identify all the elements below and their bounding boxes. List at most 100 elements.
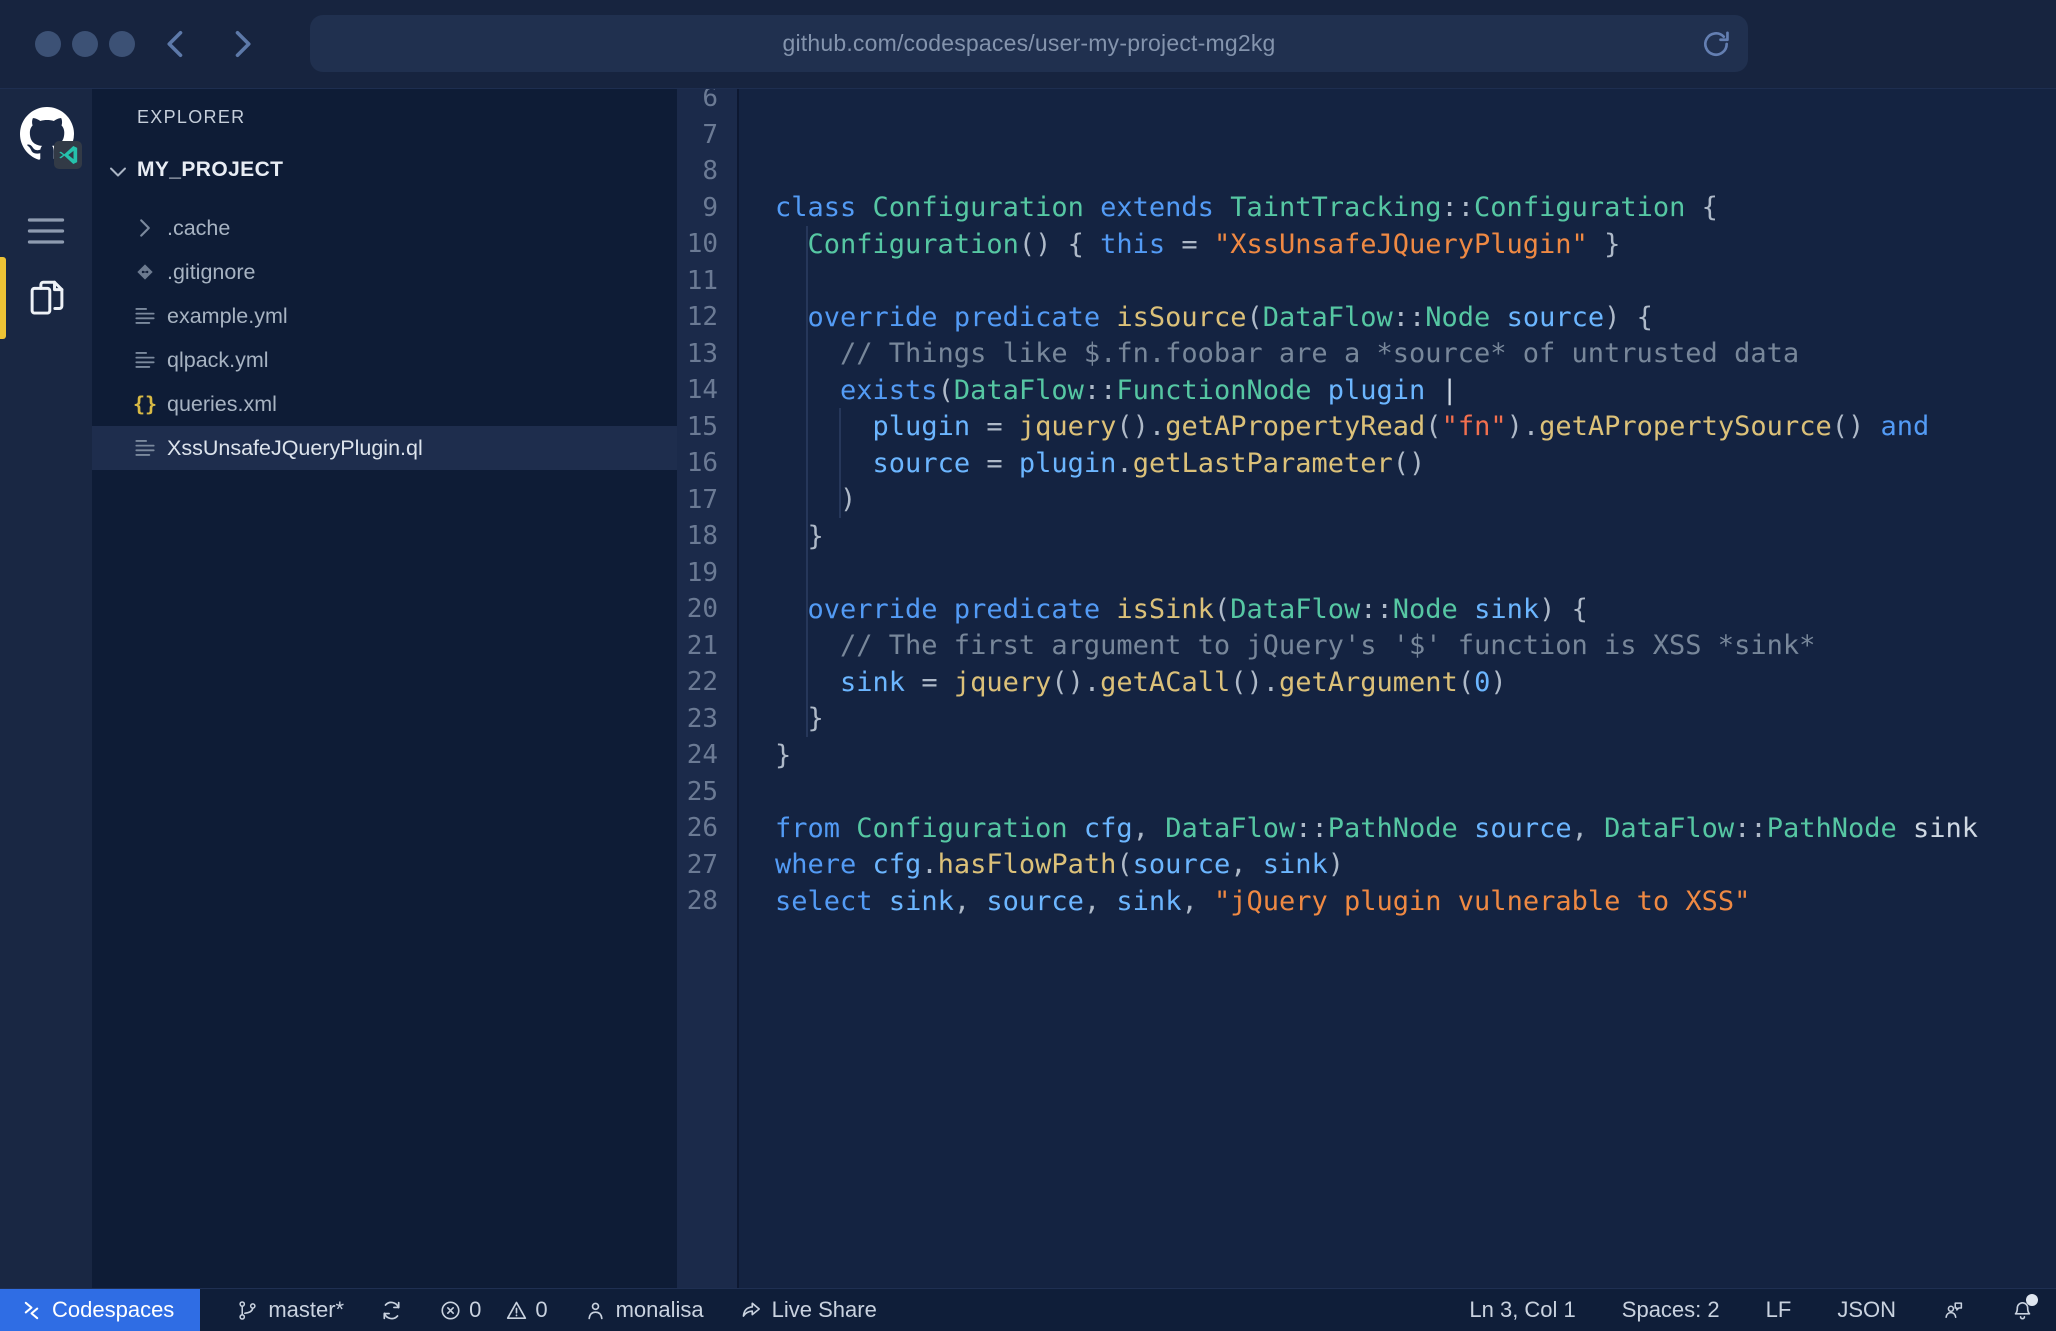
status-item-codespaces[interactable]: Codespaces (0, 1289, 200, 1331)
window-control-dot[interactable] (72, 31, 98, 57)
window-control-dot[interactable] (109, 31, 135, 57)
code-line[interactable]: 16 source = plugin.getLastParameter() (677, 445, 2056, 482)
status-item-git-branch[interactable]: master* (236, 1289, 344, 1331)
refresh-icon[interactable] (1700, 28, 1732, 60)
tree-item-qlpack.yml[interactable]: qlpack.yml (92, 338, 677, 382)
code-text: // The first argument to jQuery's '$' fu… (737, 630, 1815, 661)
menu-icon[interactable] (24, 209, 68, 241)
chevron-right-icon (132, 215, 158, 241)
status-item-sync[interactable] (380, 1289, 403, 1331)
code-text: } (737, 521, 824, 552)
line-number[interactable]: 16 (677, 448, 737, 478)
code-line[interactable]: 10 Configuration() { this = "XssUnsafeJQ… (677, 226, 2056, 263)
code-line[interactable]: 17 ) (677, 482, 2056, 519)
code-line[interactable]: 18 } (677, 518, 2056, 555)
code-text: class Configuration extends TaintTrackin… (737, 192, 1718, 223)
back-icon[interactable] (158, 26, 194, 62)
code-editor[interactable]: 6 7 8 9class Configuration extends TaintTra… (677, 89, 2056, 1289)
line-number[interactable]: 22 (677, 667, 737, 697)
status-item-cursor-position[interactable]: Ln 3, Col 1 (1469, 1289, 1575, 1331)
code-line[interactable]: 15 plugin = jquery().getAPropertyRead("f… (677, 409, 2056, 446)
line-number[interactable]: 17 (677, 485, 737, 515)
line-number[interactable]: 11 (677, 266, 737, 296)
tree-item-.cache[interactable]: .cache (92, 206, 677, 250)
status-item-user[interactable]: monalisa (584, 1289, 704, 1331)
line-number[interactable]: 18 (677, 521, 737, 551)
line-number[interactable]: 6 (677, 89, 737, 113)
line-number[interactable]: 15 (677, 412, 737, 442)
project-root-row[interactable]: MY_PROJECT (92, 153, 677, 191)
status-item-notifications[interactable] (2011, 1289, 2034, 1331)
code-line[interactable]: 26from Configuration cfg, DataFlow::Path… (677, 810, 2056, 847)
line-number[interactable]: 10 (677, 229, 737, 259)
forward-icon[interactable] (224, 26, 260, 62)
line-number[interactable]: 7 (677, 120, 737, 150)
code-line[interactable]: 13 // Things like $.fn.foobar are a *sou… (677, 336, 2056, 373)
vscode-logo-icon (54, 141, 82, 169)
code-line[interactable]: 7 (677, 117, 2056, 154)
status-item-live-share[interactable]: Live Share (740, 1289, 877, 1331)
line-number[interactable]: 21 (677, 631, 737, 661)
line-number[interactable]: 28 (677, 886, 737, 916)
window-control-dot[interactable] (35, 31, 61, 57)
code-line[interactable]: 12 override predicate isSource(DataFlow:… (677, 299, 2056, 336)
status-item-indentation[interactable]: Spaces: 2 (1622, 1289, 1720, 1331)
code-line[interactable]: 22 sink = jquery().getACall().getArgumen… (677, 664, 2056, 701)
status-item-language-mode[interactable]: JSON (1837, 1289, 1896, 1331)
file-tree: .cache .gitignore example.yml qlpack.yml{}q… (92, 206, 677, 470)
code-line[interactable]: 20 override predicate isSink(DataFlow::N… (677, 591, 2056, 628)
tree-item-label: .cache (167, 216, 230, 241)
code-line[interactable]: 24} (677, 737, 2056, 774)
line-number[interactable]: 26 (677, 813, 737, 843)
tree-item-queries.xml[interactable]: {}queries.xml (92, 382, 677, 426)
status-item-label: Ln 3, Col 1 (1469, 1297, 1575, 1323)
line-number[interactable]: 25 (677, 777, 737, 807)
code-line[interactable]: 14 exists(DataFlow::FunctionNode plugin … (677, 372, 2056, 409)
status-item-label: JSON (1837, 1297, 1896, 1323)
line-number[interactable]: 9 (677, 193, 737, 223)
status-bar-left: Codespaces master* 00 monalisa Live Share (0, 1289, 913, 1331)
status-bar-right: Ln 3, Col 1 Spaces: 2 LF JSON (1469, 1289, 2056, 1331)
tree-item-.gitignore[interactable]: .gitignore (92, 250, 677, 294)
line-number[interactable]: 23 (677, 704, 737, 734)
tree-item-label: example.yml (167, 304, 288, 329)
line-number[interactable]: 12 (677, 302, 737, 332)
line-number[interactable]: 20 (677, 594, 737, 624)
code-line[interactable]: 8 (677, 153, 2056, 190)
code-line[interactable]: 6 (677, 89, 2056, 117)
workbench: EXPLORER MY_PROJECT .cache.gitignoreexam… (0, 88, 2056, 1289)
code-line[interactable]: 28select sink, source, sink, "jQuery plu… (677, 883, 2056, 920)
tree-item-example.yml[interactable]: example.yml (92, 294, 677, 338)
status-item-label: LF (1766, 1297, 1792, 1323)
line-number[interactable]: 19 (677, 558, 737, 588)
code-line[interactable]: 27where cfg.hasFlowPath(source, sink) (677, 847, 2056, 884)
address-bar[interactable]: github.com/codespaces/user-my-project-mg… (310, 15, 1748, 72)
line-number[interactable]: 24 (677, 740, 737, 770)
code-text: } (737, 703, 824, 734)
yml-file-icon (132, 303, 158, 329)
code-line[interactable]: 23 } (677, 701, 2056, 738)
status-item-eol[interactable]: LF (1766, 1289, 1792, 1331)
explorer-sidebar: EXPLORER MY_PROJECT .cache.gitignoreexam… (92, 89, 677, 1289)
code-line[interactable]: 11 (677, 263, 2056, 300)
code-line[interactable]: 25 (677, 774, 2056, 811)
feedback-icon (1942, 1299, 1965, 1322)
line-number[interactable]: 14 (677, 375, 737, 405)
tree-item-label: XssUnsafeJQueryPlugin.ql (167, 436, 423, 461)
activity-item-explorer[interactable] (0, 257, 92, 339)
tree-item-XssUnsafeJQueryPlugin.ql[interactable]: XssUnsafeJQueryPlugin.ql (92, 426, 677, 470)
code-line[interactable]: 9class Configuration extends TaintTracki… (677, 190, 2056, 227)
line-number[interactable]: 8 (677, 156, 737, 186)
line-number[interactable]: 27 (677, 850, 737, 880)
yml-file-icon (132, 347, 158, 373)
code-line[interactable]: 21 // The first argument to jQuery's '$'… (677, 628, 2056, 665)
braces-file-icon: {} (132, 391, 158, 417)
code-line[interactable]: 19 (677, 555, 2056, 592)
github-codespaces-logo[interactable] (20, 107, 84, 171)
ql-file-icon (132, 435, 158, 461)
code-text: override predicate isSink(DataFlow::Node… (737, 594, 1588, 625)
error-icon (439, 1299, 462, 1322)
status-item-feedback[interactable] (1942, 1289, 1965, 1331)
status-item-problems[interactable]: 00 (439, 1289, 548, 1331)
line-number[interactable]: 13 (677, 339, 737, 369)
